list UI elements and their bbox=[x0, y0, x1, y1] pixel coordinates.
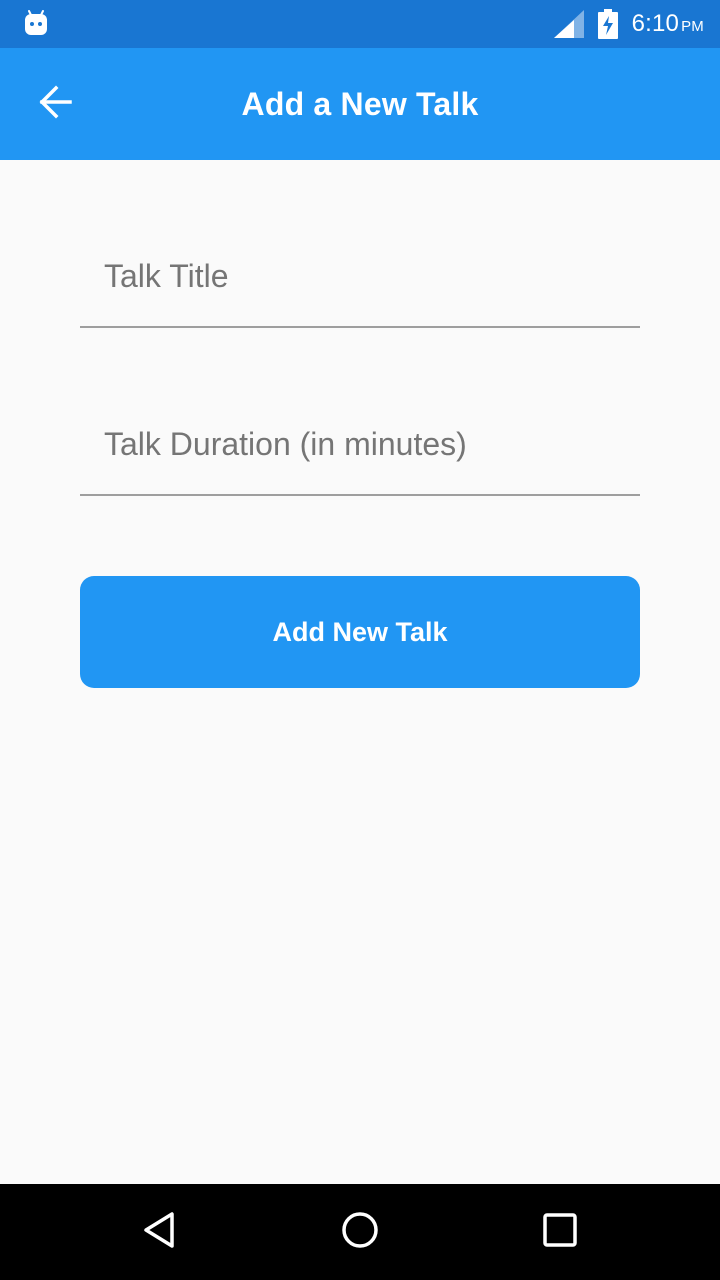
system-nav-bar bbox=[0, 1184, 720, 1280]
add-new-talk-button[interactable]: Add New Talk bbox=[80, 576, 640, 688]
status-clock: 6:10 PM bbox=[632, 10, 704, 38]
talk-duration-field[interactable] bbox=[80, 394, 640, 496]
talk-title-input[interactable] bbox=[80, 226, 640, 326]
status-bar: 6:10 PM bbox=[0, 0, 720, 48]
clock-time: 6:10 bbox=[631, 10, 680, 37]
arrow-back-icon bbox=[38, 84, 74, 125]
nav-home-icon bbox=[340, 1210, 380, 1255]
talk-duration-input[interactable] bbox=[80, 394, 640, 494]
nav-home-button[interactable] bbox=[328, 1200, 392, 1264]
nav-back-icon bbox=[140, 1210, 180, 1255]
nav-back-button[interactable] bbox=[128, 1200, 192, 1264]
cell-signal-icon bbox=[553, 10, 584, 38]
nav-recent-icon bbox=[540, 1210, 580, 1255]
page-title: Add a New Talk bbox=[241, 85, 479, 122]
back-button[interactable] bbox=[24, 72, 88, 136]
talk-title-field[interactable] bbox=[80, 226, 640, 328]
app-bar: Add a New Talk bbox=[0, 48, 720, 160]
battery-charging-icon bbox=[597, 9, 618, 39]
android-debug-icon bbox=[24, 10, 48, 36]
nav-recent-button[interactable] bbox=[528, 1200, 592, 1264]
clock-ampm: PM bbox=[681, 18, 704, 35]
